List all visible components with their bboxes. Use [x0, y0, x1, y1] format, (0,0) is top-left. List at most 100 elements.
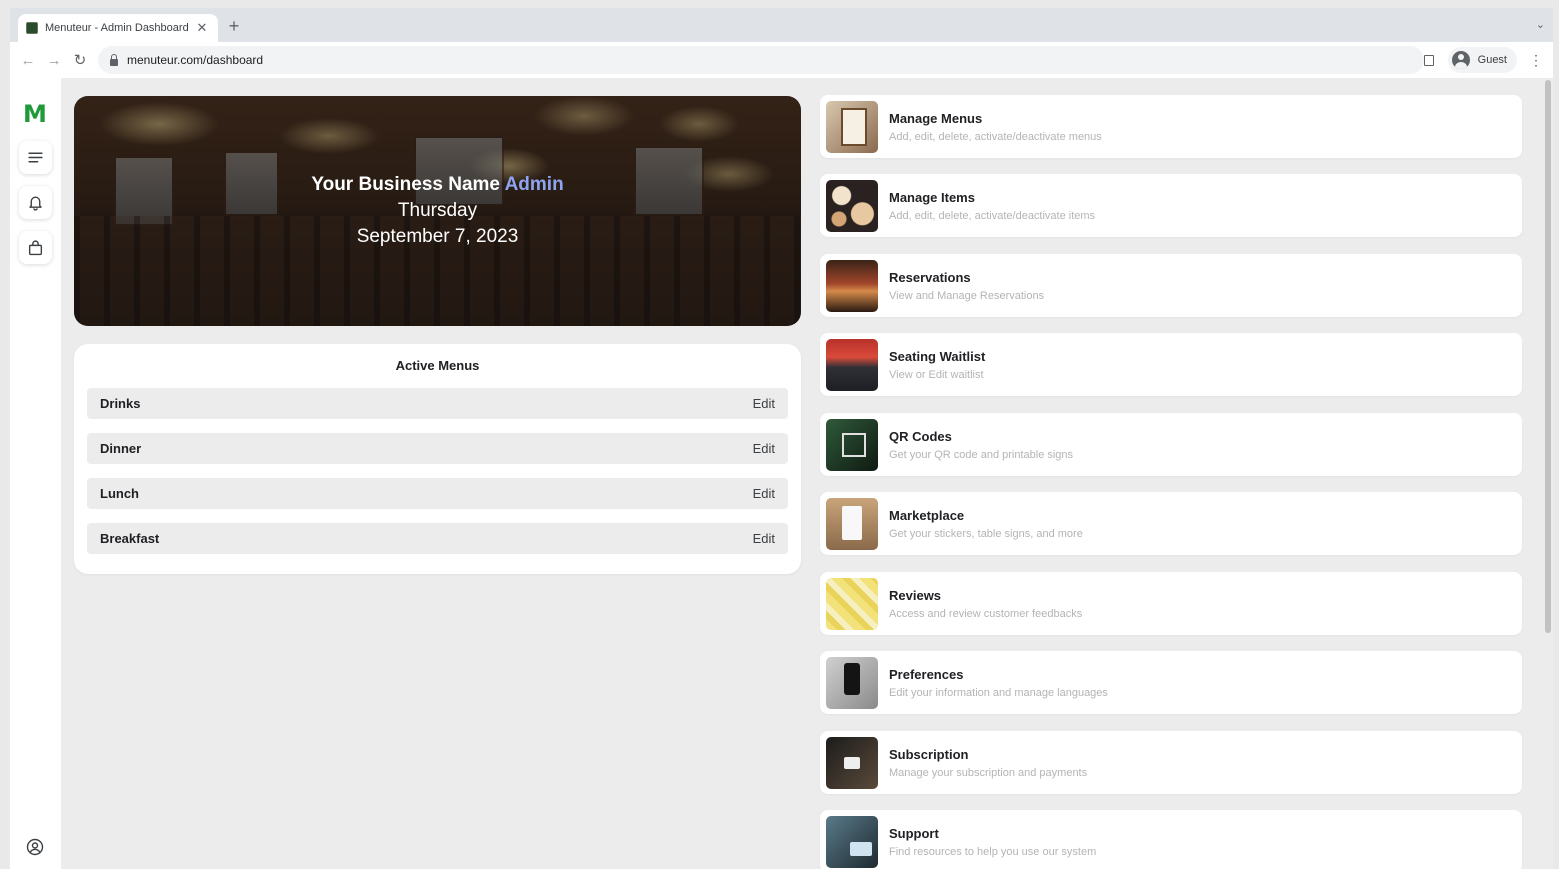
hero-banner: Your Business Name Admin Thursday Septem…: [74, 96, 801, 326]
hero-text: Your Business Name Admin Thursday Septem…: [74, 174, 801, 248]
menu-row[interactable]: Dinner Edit: [87, 433, 788, 464]
side-panel-icon[interactable]: [1423, 54, 1434, 66]
qr-code-thumbnail: [826, 418, 878, 471]
card-text: Reviews Access and review customer feedb…: [889, 588, 1082, 620]
browser-chrome: Menuteur - Admin Dashboard ✕ + ⌄ ← → ↻ m…: [10, 8, 1553, 78]
card-text: Marketplace Get your stickers, table sig…: [889, 508, 1083, 540]
sidebar: M: [10, 78, 61, 869]
table-sign-thumbnail: [826, 497, 878, 550]
notifications-button[interactable]: [19, 186, 52, 219]
bell-icon: [29, 196, 42, 211]
card-description: Find resources to help you use our syste…: [889, 845, 1097, 858]
card-title: Reviews: [889, 587, 942, 603]
hero-date: September 7, 2023: [356, 226, 519, 247]
tab-search-chevron-icon[interactable]: ⌄: [1536, 18, 1545, 31]
url-text: menuteur.com/dashboard: [127, 53, 264, 67]
edit-button[interactable]: Edit: [753, 531, 775, 546]
card-text: QR Codes Get your QR code and printable …: [889, 429, 1073, 461]
menu-name: Lunch: [100, 486, 139, 501]
shopping-bag-icon: [28, 240, 43, 256]
card-description: View or Edit waitlist: [889, 368, 984, 381]
account-icon[interactable]: [26, 838, 44, 856]
tab-title: Menuteur - Admin Dashboard: [45, 22, 189, 34]
card-title: Preferences: [889, 666, 964, 682]
lock-icon[interactable]: [110, 53, 118, 66]
browser-tab[interactable]: Menuteur - Admin Dashboard ✕: [18, 14, 218, 42]
hero-title: Your Business Name Admin: [74, 174, 801, 196]
address-bar[interactable]: menuteur.com/dashboard: [98, 46, 1424, 74]
payment-thumbnail: [826, 736, 878, 789]
card-title: Marketplace: [889, 507, 965, 523]
shop-button[interactable]: [19, 231, 52, 264]
reserved-sign-thumbnail: [826, 259, 878, 312]
card-text: Seating Waitlist View or Edit waitlist: [889, 349, 985, 381]
sticky-notes-thumbnail: [826, 577, 878, 630]
menuteur-logo[interactable]: M: [23, 100, 47, 128]
card-text: Support Find resources to help you use o…: [889, 826, 1096, 858]
page-scrollbar[interactable]: [1545, 80, 1551, 633]
card-description: Access and review customer feedbacks: [889, 607, 1083, 620]
card-description: Edit your information and manage languag…: [889, 686, 1108, 699]
preferences-card[interactable]: Preferences Edit your information and ma…: [820, 651, 1522, 714]
card-description: View and Manage Reservations: [889, 289, 1045, 302]
reload-icon[interactable]: ↻: [67, 51, 93, 69]
card-title: Subscription: [889, 746, 969, 762]
app-viewport: M Your Business Name Admin Thursday Sept…: [10, 78, 1553, 869]
card-title: Manage Menus: [889, 110, 983, 126]
card-text: Preferences Edit your information and ma…: [889, 667, 1108, 699]
menu-row[interactable]: Drinks Edit: [87, 388, 788, 419]
menu-list-button[interactable]: [19, 141, 52, 174]
menu-name: Dinner: [100, 441, 142, 456]
card-title: Reservations: [889, 269, 971, 285]
favicon-icon: [26, 22, 38, 34]
tab-strip: Menuteur - Admin Dashboard ✕ + ⌄: [10, 8, 1553, 42]
browser-menu-icon[interactable]: ⋮: [1529, 52, 1543, 69]
profile-label: Guest: [1477, 54, 1507, 66]
phone-thumbnail: [826, 656, 878, 709]
card-text: Manage Items Add, edit, delete, activate…: [889, 190, 1095, 222]
menu-name: Drinks: [100, 396, 141, 411]
card-title: QR Codes: [889, 428, 952, 444]
role-label: Admin: [504, 174, 564, 195]
reservations-card[interactable]: Reservations View and Manage Reservation…: [820, 254, 1522, 317]
edit-button[interactable]: Edit: [753, 396, 775, 411]
business-name: Your Business Name: [311, 174, 500, 195]
card-description: Get your QR code and printable signs: [889, 448, 1074, 461]
manage-items-card[interactable]: Manage Items Add, edit, delete, activate…: [820, 174, 1522, 237]
seating-waitlist-card[interactable]: Seating Waitlist View or Edit waitlist: [820, 333, 1522, 396]
card-description: Get your stickers, table signs, and more: [889, 527, 1083, 540]
card-text: Subscription Manage your subscription an…: [889, 747, 1087, 779]
forward-icon[interactable]: →: [41, 52, 67, 69]
dishes-thumbnail: [826, 179, 878, 232]
active-menus-title: Active Menus: [395, 358, 480, 373]
reviews-card[interactable]: Reviews Access and review customer feedb…: [820, 572, 1522, 635]
browser-right-tools: Guest ⋮: [1423, 42, 1553, 78]
profile-button[interactable]: Guest: [1447, 47, 1517, 73]
menu-row[interactable]: Breakfast Edit: [87, 523, 788, 554]
menu-row[interactable]: Lunch Edit: [87, 478, 788, 509]
avatar-icon: [1451, 51, 1470, 69]
card-description: Add, edit, delete, activate/deactivate i…: [889, 209, 1096, 222]
card-text: Manage Menus Add, edit, delete, activate…: [889, 111, 1102, 143]
laptop-person-thumbnail: [826, 815, 878, 868]
manage-menus-card[interactable]: Manage Menus Add, edit, delete, activate…: [820, 95, 1522, 158]
new-tab-icon[interactable]: +: [224, 16, 244, 37]
hero-day: Thursday: [397, 200, 478, 221]
card-description: Add, edit, delete, activate/deactivate m…: [889, 130, 1102, 143]
card-title: Support: [889, 825, 939, 841]
card-text: Reservations View and Manage Reservation…: [889, 270, 1044, 302]
back-icon[interactable]: ←: [15, 52, 41, 69]
marketplace-card[interactable]: Marketplace Get your stickers, table sig…: [820, 492, 1522, 555]
card-title: Manage Items: [889, 189, 975, 205]
list-icon: [28, 152, 43, 163]
support-card[interactable]: Support Find resources to help you use o…: [820, 810, 1522, 869]
tab-close-icon[interactable]: ✕: [194, 20, 210, 36]
card-title: Seating Waitlist: [889, 348, 986, 364]
menu-board-thumbnail: [826, 100, 878, 153]
qr-codes-card[interactable]: QR Codes Get your QR code and printable …: [820, 413, 1522, 476]
edit-button[interactable]: Edit: [753, 441, 775, 456]
subscription-card[interactable]: Subscription Manage your subscription an…: [820, 731, 1522, 794]
card-description: Manage your subscription and payments: [889, 766, 1088, 779]
storefront-crowd-thumbnail: [826, 338, 878, 391]
edit-button[interactable]: Edit: [753, 486, 775, 501]
